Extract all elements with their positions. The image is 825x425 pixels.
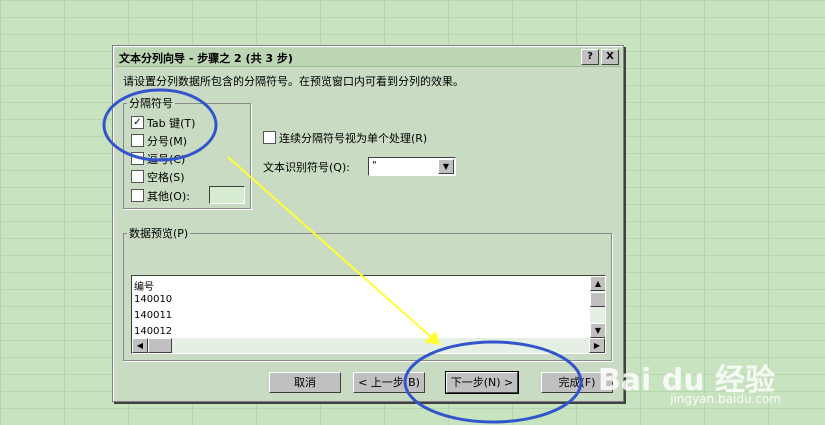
space-label: 空格(S) [147,171,185,184]
data-preview-pane[interactable]: 编号 140010 140011 140012 ▲ ▼ ◀ ▶ [131,275,606,354]
check-icon: ✓ [133,117,142,128]
scroll-right-icon[interactable]: ▶ [589,338,605,353]
semicolon-label: 分号(M) [147,135,188,148]
tab-label: Tab 键(T) [147,117,196,130]
other-delimiter-input[interactable] [209,186,245,204]
preview-vertical-scrollbar[interactable]: ▲ ▼ [590,276,605,338]
scroll-down-icon[interactable]: ▼ [590,323,605,338]
comma-label: 逗号(C) [147,153,186,166]
chevron-down-icon[interactable]: ▼ [438,159,454,174]
text-import-wizard-dialog: 文本分列向导 - 步骤之 2 (共 3 步) ? X 请设置分列数据所包含的分隔… [112,45,624,402]
text-qualifier-label: 文本识别符号(Q): [263,161,350,174]
preview-row: 140011 [134,310,173,321]
text-qualifier-value: " [372,160,377,171]
semicolon-checkbox[interactable] [131,134,144,147]
back-button[interactable]: < 上一步(B) [353,372,425,393]
other-checkbox[interactable] [131,189,144,202]
preview-row: 140012 [134,326,173,337]
preview-row: 140010 [134,294,173,305]
help-button[interactable]: ? [581,49,599,65]
scroll-thumb[interactable] [590,292,605,307]
scroll-left-icon[interactable]: ◀ [132,338,148,353]
other-label: 其他(O): [147,190,190,203]
dialog-title: 文本分列向导 - 步骤之 2 (共 3 步) [119,52,293,65]
close-button[interactable]: X [601,49,619,65]
consecutive-delimiters-checkbox[interactable] [263,131,276,144]
dialog-titlebar: 文本分列向导 - 步骤之 2 (共 3 步) ? X [115,48,621,67]
cancel-button[interactable]: 取消 [269,372,341,393]
scroll-thumb[interactable] [148,338,172,353]
delimiters-group-label: 分隔符号 [127,95,175,111]
preview-horizontal-scrollbar[interactable]: ◀ ▶ [132,338,605,353]
data-preview-group-label: 数据预览(P) [127,225,191,241]
watermark-url: jingyan.baidu.com [670,392,781,406]
scroll-up-icon[interactable]: ▲ [590,276,605,291]
comma-checkbox[interactable] [131,152,144,165]
text-qualifier-select[interactable]: " ▼ [368,157,456,176]
next-button[interactable]: 下一步(N) > [445,371,519,394]
instruction-text: 请设置分列数据所包含的分隔符号。在预览窗口内可看到分列的效果。 [123,75,464,88]
preview-row: 编号 [134,282,154,293]
tab-checkbox[interactable]: ✓ [131,116,144,129]
consecutive-delimiters-label: 连续分隔符号视为单个处理(R) [279,132,428,145]
space-checkbox[interactable] [131,170,144,183]
